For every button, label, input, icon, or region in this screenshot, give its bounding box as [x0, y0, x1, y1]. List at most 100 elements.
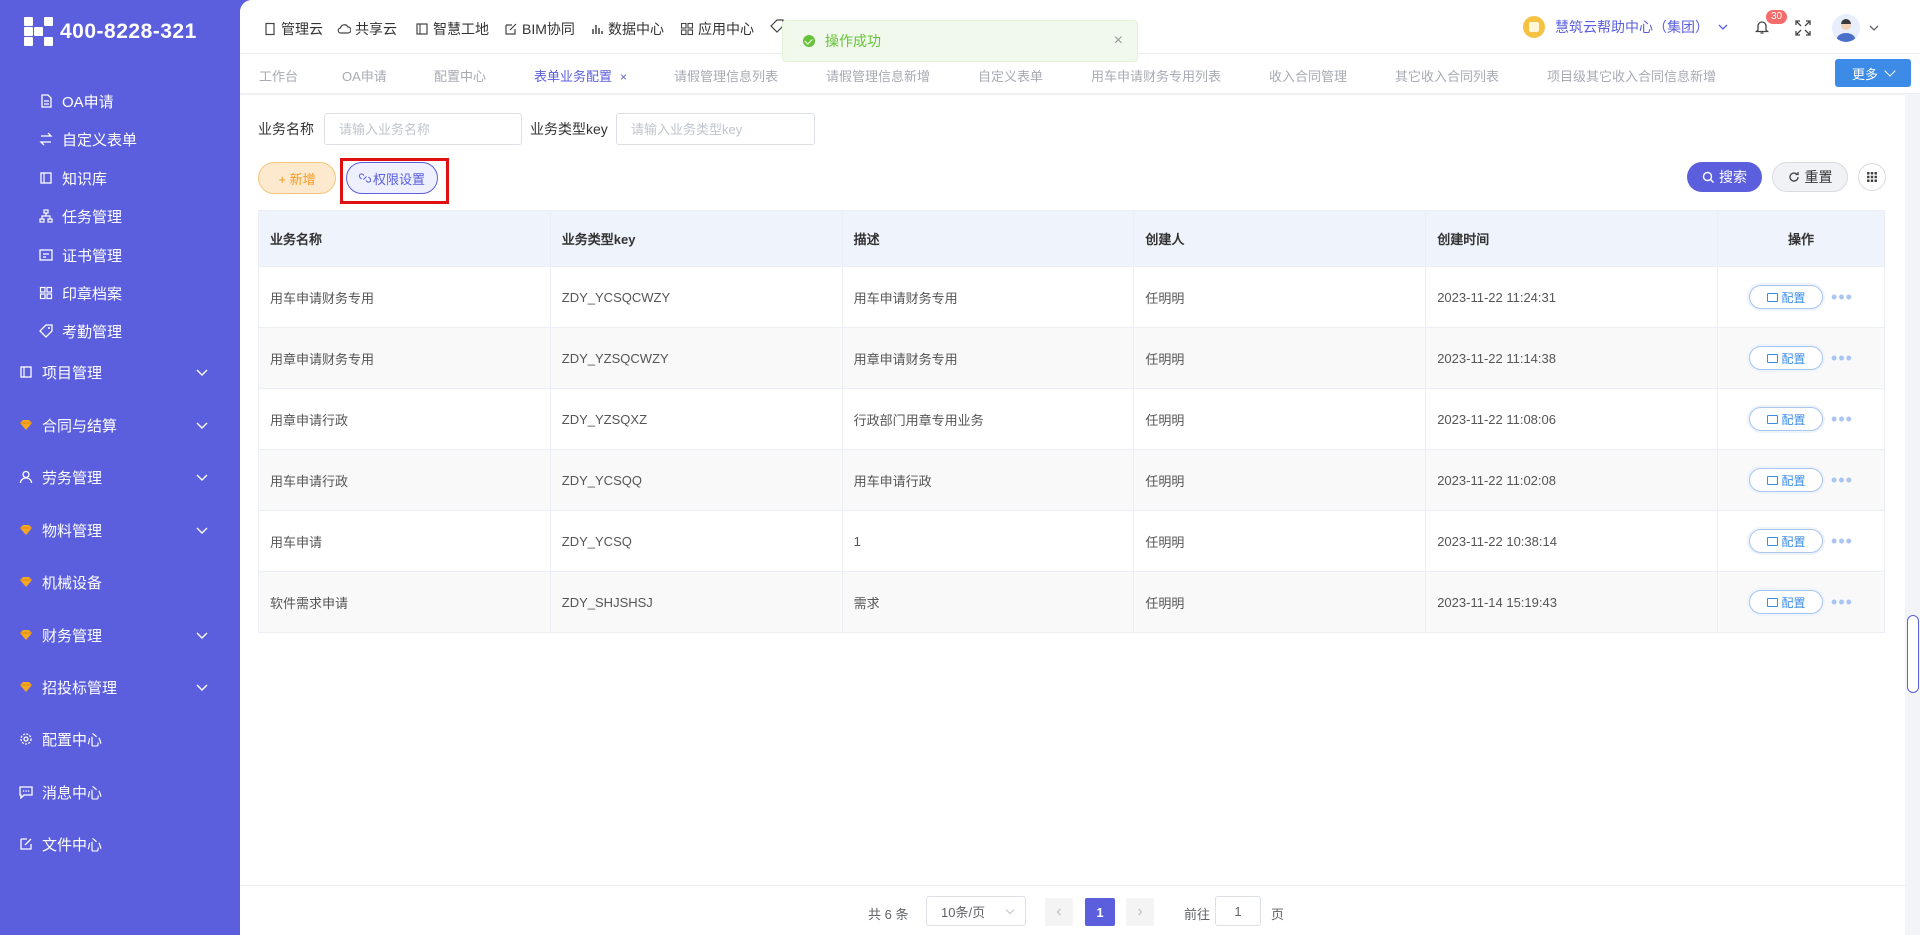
crown-icon: [1523, 16, 1545, 38]
goto-page-input[interactable]: [1215, 896, 1261, 926]
sidebar-item-knowledge-base[interactable]: 知识库: [0, 160, 240, 196]
sidebar-item-bidding-management[interactable]: 招投标管理: [0, 669, 240, 705]
sidebar-item-attendance-management[interactable]: 考勤管理: [0, 313, 240, 349]
grid-icon: [1867, 172, 1877, 182]
avatar[interactable]: [1832, 14, 1860, 42]
config-button[interactable]: 配置: [1749, 346, 1824, 370]
sidebar-item-project-management[interactable]: 项目管理: [0, 354, 240, 390]
sidebar-item-config-center[interactable]: 配置中心: [0, 721, 240, 757]
sidebar-item-seal-archive[interactable]: 印章档案: [0, 275, 240, 311]
page-number-button[interactable]: 1: [1085, 898, 1115, 926]
more-actions-icon[interactable]: •••: [1831, 288, 1853, 306]
permission-settings-button[interactable]: 权限设置: [346, 162, 438, 194]
tab-leave-info-list[interactable]: 请假管理信息列表: [674, 66, 778, 85]
cell-business-key: ZDY_YCSQCWZY: [550, 266, 843, 328]
scrollbar-track: [1905, 95, 1920, 935]
sidebar-item-certificate-management[interactable]: 证书管理: [0, 237, 240, 273]
more-actions-icon[interactable]: •••: [1831, 471, 1853, 489]
folder-icon: [1766, 292, 1778, 302]
tab-workbench[interactable]: 工作台: [259, 66, 298, 85]
tab-config-center[interactable]: 配置中心: [434, 66, 486, 85]
config-button[interactable]: 配置: [1749, 285, 1824, 309]
reset-button[interactable]: 重置: [1772, 162, 1848, 192]
tab-income-contract[interactable]: 收入合同管理: [1269, 66, 1347, 85]
tab-car-finance-list[interactable]: 用车申请财务专用列表: [1091, 66, 1221, 85]
config-button[interactable]: 配置: [1749, 529, 1824, 553]
sidebar-item-contract-settlement[interactable]: 合同与结算: [0, 407, 240, 443]
fullscreen-icon[interactable]: [1795, 20, 1811, 36]
column-settings-button[interactable]: [1858, 163, 1886, 191]
business-key-input[interactable]: [616, 113, 815, 145]
sidebar-item-labor-management[interactable]: 劳务管理: [0, 459, 240, 495]
chevron-down-icon: [1005, 905, 1015, 915]
chevron-down-icon: [196, 527, 208, 534]
content-area: 业务名称 业务类型key + 新增 权限设置 搜索 重置 业务名称 业务类型ke…: [240, 95, 1905, 935]
hierarchy-icon: [38, 208, 54, 224]
notification-badge: 30: [1766, 10, 1788, 24]
tab-close-icon[interactable]: ×: [620, 70, 627, 84]
more-actions-icon[interactable]: •••: [1831, 410, 1853, 428]
tab-custom-form[interactable]: 自定义表单: [978, 66, 1043, 85]
scrollbar-thumb[interactable]: [1907, 615, 1919, 693]
chevron-right-icon: [1138, 908, 1143, 916]
toast-close-icon[interactable]: ×: [1114, 32, 1123, 50]
topnav-share-cloud[interactable]: 共享云: [337, 19, 397, 39]
sidebar-item-file-center[interactable]: 文件中心: [0, 826, 240, 862]
topnav-management-cloud[interactable]: 管理云: [263, 19, 323, 39]
total-count: 共 6 条: [868, 907, 909, 922]
tag-icon: [38, 323, 54, 339]
tab-form-business-config[interactable]: 表单业务配置 ×: [534, 66, 627, 85]
next-page-button[interactable]: [1126, 898, 1154, 926]
more-actions-icon[interactable]: •••: [1831, 593, 1853, 611]
page-size-select[interactable]: 10条/页: [926, 896, 1026, 926]
config-button[interactable]: 配置: [1749, 590, 1824, 614]
help-center-link[interactable]: 慧筑云帮助中心（集团）: [1523, 16, 1729, 38]
more-tabs-button[interactable]: 更多: [1835, 59, 1911, 87]
business-key-label: 业务类型key: [530, 121, 608, 137]
search-button[interactable]: 搜索: [1687, 162, 1762, 192]
column-header: 描述: [842, 210, 1135, 267]
search-icon: [1702, 171, 1714, 183]
cell-creator: 任明明: [1133, 388, 1427, 450]
tab-project-income-add[interactable]: 项目级其它收入合同信息新增: [1547, 66, 1716, 85]
sidebar-item-task-management[interactable]: 任务管理: [0, 198, 240, 234]
cell-created-time: 2023-11-14 15:19:43: [1425, 571, 1719, 633]
cell-business-name: 用章申请财务专用: [258, 327, 551, 389]
cell-description: 需求: [842, 571, 1135, 633]
config-button[interactable]: 配置: [1749, 407, 1824, 431]
cell-business-name: 用车申请行政: [258, 449, 551, 511]
cell-actions: 配置 •••: [1717, 266, 1885, 328]
sidebar-item-material-management[interactable]: 物料管理: [0, 512, 240, 548]
main-panel: 管理云 共享云 智慧工地 BIM协同 数据中心 应用中心 慧筑云帮助中心（集团）: [240, 0, 1920, 935]
tab-leave-info-add[interactable]: 请假管理信息新增: [826, 66, 930, 85]
cell-actions: 配置 •••: [1717, 571, 1885, 633]
grid-icon: [680, 22, 694, 36]
add-button[interactable]: + 新增: [258, 162, 336, 194]
topnav-app-center[interactable]: 应用中心: [680, 19, 754, 39]
more-actions-icon[interactable]: •••: [1831, 349, 1853, 367]
sidebar-item-message-center[interactable]: 消息中心: [0, 774, 240, 810]
business-name-label: 业务名称: [258, 121, 314, 137]
chevron-down-icon[interactable]: [1868, 22, 1880, 34]
config-button[interactable]: 配置: [1749, 468, 1824, 492]
gem-icon: [18, 627, 34, 643]
topnav-data-center[interactable]: 数据中心: [590, 19, 664, 39]
more-actions-icon[interactable]: •••: [1831, 532, 1853, 550]
prev-page-button[interactable]: [1045, 898, 1073, 926]
hotline-number: 400-8228-321: [60, 20, 197, 43]
certificate-icon: [38, 247, 54, 263]
sidebar-item-oa-apply[interactable]: OA申请: [0, 83, 240, 119]
sidebar-item-finance-management[interactable]: 财务管理: [0, 617, 240, 653]
table-row: 软件需求申请 ZDY_SHJSHSJ 需求 任明明 2023-11-14 15:…: [258, 571, 1885, 633]
sidebar-item-custom-form[interactable]: 自定义表单: [0, 121, 240, 157]
book-icon: [38, 170, 54, 186]
tab-other-income-list[interactable]: 其它收入合同列表: [1395, 66, 1499, 85]
sidebar-item-machinery-equipment[interactable]: 机械设备: [0, 564, 240, 600]
tab-oa-apply[interactable]: OA申请: [342, 66, 387, 85]
business-name-input[interactable]: [324, 113, 522, 145]
topnav-bim-collab[interactable]: BIM协同: [504, 19, 575, 39]
topnav-smart-site[interactable]: 智慧工地: [415, 19, 489, 39]
cell-description: 用章申请财务专用: [842, 327, 1135, 389]
check-circle-icon: [803, 35, 815, 47]
logo[interactable]: 400-8228-321: [24, 14, 197, 50]
